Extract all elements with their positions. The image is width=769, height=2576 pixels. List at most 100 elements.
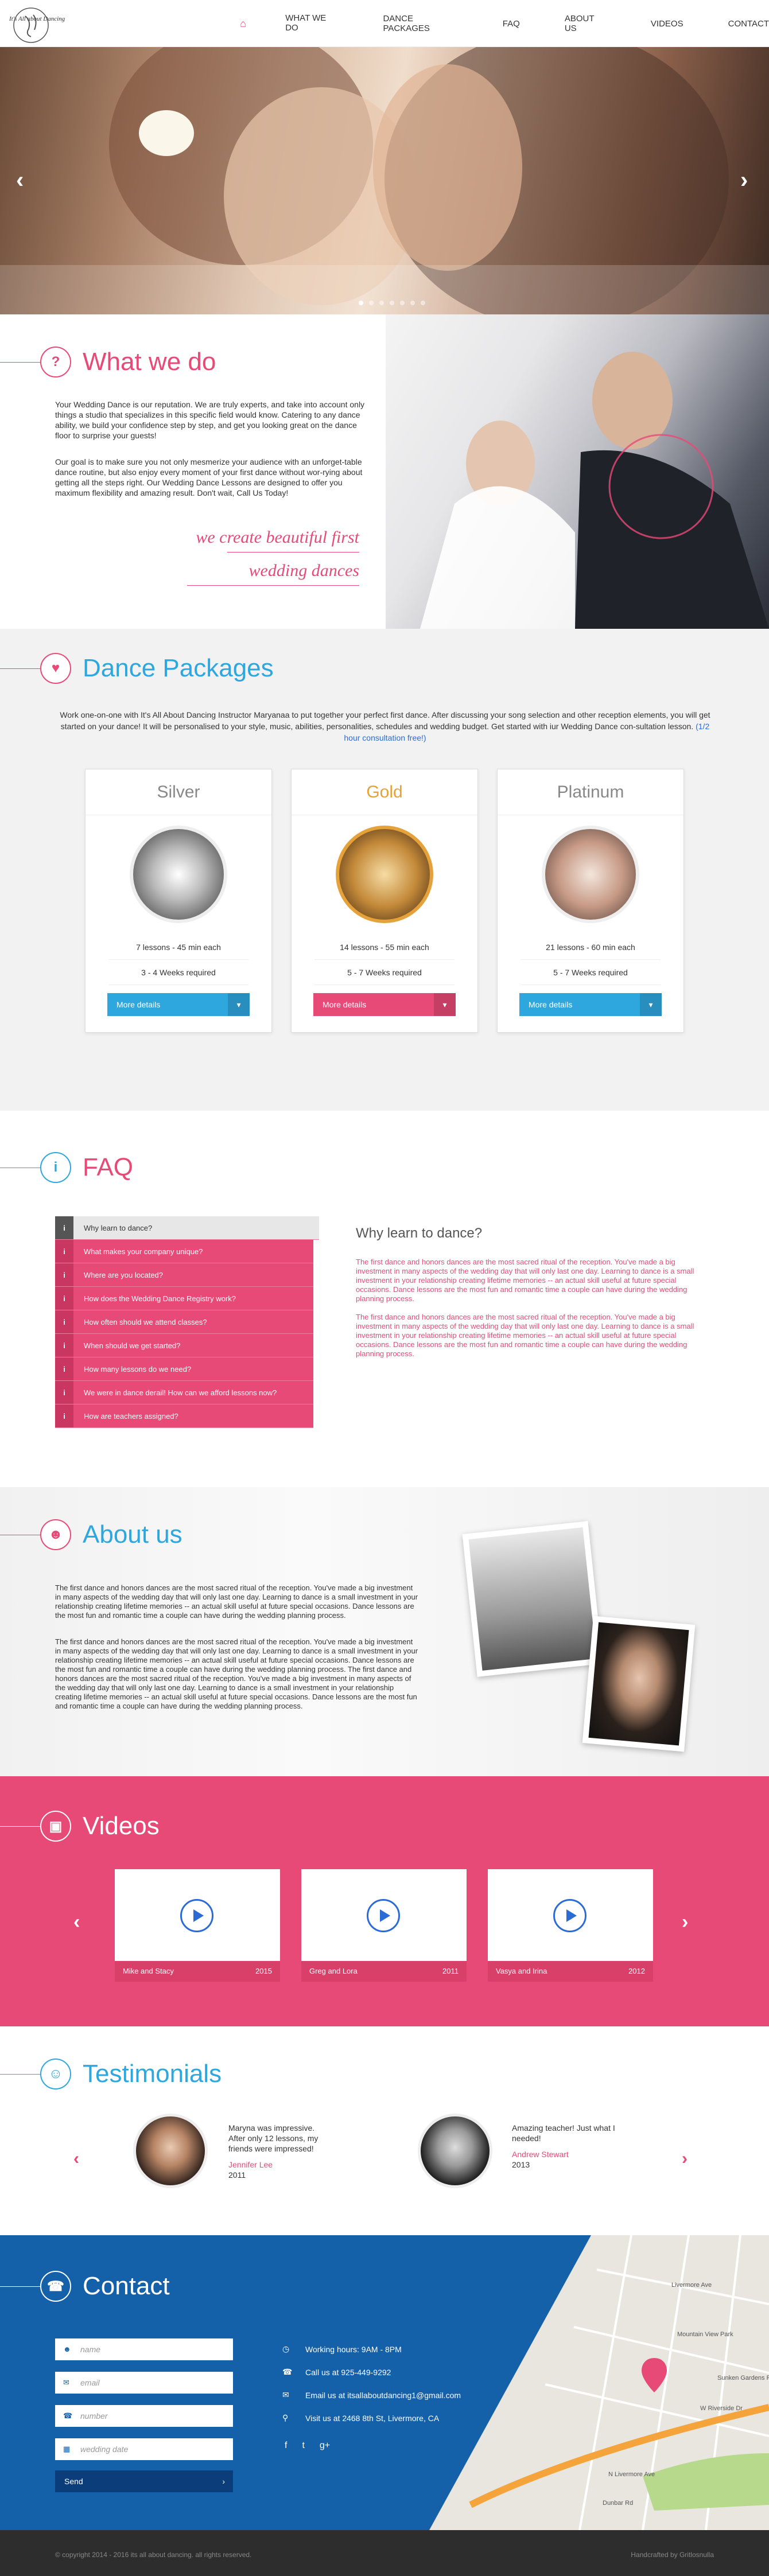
top-navigation: It's All about Dancing ⌂ WHAT WE DO DANC… — [0, 0, 769, 47]
mail-icon: ✉ — [282, 2390, 289, 2399]
faq-item[interactable]: i Where are you located? — [55, 1263, 313, 1287]
video-card[interactable]: Mike and Stacy 2015 — [115, 1869, 280, 1982]
faq-item[interactable]: i What makes your company unique? — [55, 1240, 313, 1263]
phone-icon: ☎ — [40, 2271, 71, 2302]
send-button[interactable]: Send › — [55, 2470, 233, 2492]
video-caption: Greg and Lora 2011 — [301, 1961, 467, 1982]
caret-down-icon: ▾ — [640, 993, 662, 1016]
faq-section: i FAQ i Why learn to dance? i What makes y… — [0, 1111, 769, 1487]
package-lessons: 7 lessons - 45 min each — [108, 935, 248, 960]
info-icon: i — [55, 1240, 73, 1263]
package-lessons: 14 lessons - 55 min each — [314, 935, 455, 960]
number-input[interactable]: ☎ number — [55, 2405, 233, 2427]
couple-photo — [386, 314, 769, 629]
video-card[interactable]: Greg and Lora 2011 — [301, 1869, 467, 1982]
facebook-icon[interactable]: f — [285, 2441, 287, 2451]
faq-item[interactable]: i Why learn to dance? — [55, 1216, 319, 1240]
slider-dot[interactable] — [410, 301, 415, 305]
phone-icon: ☎ — [63, 2411, 73, 2420]
paragraph: The first dance and honors dances are th… — [55, 1583, 418, 1620]
play-icon[interactable] — [553, 1899, 587, 1932]
faq-answer: Why learn to dance? The first dance and … — [356, 1225, 700, 1368]
what-we-do-section: ? What we do Your Wedding Dance is our r… — [0, 314, 769, 629]
chevron-right-icon[interactable]: › — [682, 2149, 688, 2169]
section-heading: i FAQ — [0, 1152, 133, 1183]
more-details-button[interactable]: More details ▾ — [519, 993, 662, 1016]
more-details-button[interactable]: More details ▾ — [313, 993, 456, 1016]
chevron-right-icon[interactable]: › — [740, 168, 748, 193]
section-title: Contact — [83, 2272, 170, 2300]
nav-item-what-we-do[interactable]: WHAT WE DO — [285, 13, 338, 34]
phone-icon: ☎ — [282, 2367, 293, 2376]
contact-section: Mountain View Park W Riverside Dr Sunken… — [0, 2235, 769, 2530]
video-card[interactable]: Vasya and Irina 2012 — [488, 1869, 653, 1982]
section-title: About us — [83, 1520, 182, 1548]
nav-item-dance-packages[interactable]: DANCE PACKAGES — [383, 14, 457, 33]
answer-paragraph: The first dance and honors dances are th… — [356, 1258, 694, 1303]
dance-packages-section: ♥ Dance Packages Work one-on-one with It… — [0, 629, 769, 1111]
faq-item[interactable]: i How often should we attend classes? — [55, 1310, 313, 1334]
chevron-left-icon[interactable]: ‹ — [73, 2149, 79, 2169]
social-links: f t g+ — [285, 2441, 345, 2451]
user-icon: ☻ — [63, 2345, 71, 2353]
section-title: What we do — [83, 348, 216, 376]
question-icon: ? — [40, 347, 71, 378]
slider-dot[interactable] — [359, 301, 363, 305]
package-lessons: 21 lessons - 60 min each — [521, 935, 661, 960]
brand-logo[interactable]: It's All about Dancing — [3, 3, 84, 45]
faq-item[interactable]: i When should we get started? — [55, 1334, 313, 1357]
package-name: Gold — [292, 769, 477, 815]
chevron-left-icon[interactable]: ‹ — [16, 168, 24, 193]
faq-item[interactable]: i How are teachers assigned? — [55, 1404, 313, 1428]
calendar-icon: ▦ — [63, 2445, 71, 2453]
chevron-left-icon[interactable]: ‹ — [73, 1911, 80, 1933]
play-icon[interactable] — [367, 1899, 400, 1932]
info-icon: i — [55, 1310, 73, 1333]
nav-item-about-us[interactable]: ABOUT US — [565, 14, 606, 33]
clock-icon: ◷ — [282, 2344, 290, 2353]
quote-line: wedding dances — [248, 561, 359, 580]
google-plus-icon[interactable]: g+ — [320, 2441, 330, 2451]
info-icon: i — [55, 1287, 73, 1310]
section-heading: ▣ Videos — [0, 1811, 160, 1842]
info-icon: i — [40, 1152, 71, 1183]
testimonial-year: 2011 — [228, 2170, 246, 2180]
testimonial-author: Andrew Stewart — [512, 2150, 569, 2159]
slider-dot[interactable] — [379, 301, 384, 305]
email-input[interactable]: ✉ email — [55, 2372, 233, 2394]
instructor-photo — [582, 1616, 696, 1752]
nav-item-faq[interactable]: FAQ — [503, 19, 520, 29]
faq-item[interactable]: i How does the Wedding Dance Registry wor… — [55, 1287, 313, 1310]
paragraph: Our goal is to make sure you not only me… — [55, 457, 363, 497]
chevron-right-icon[interactable]: › — [682, 1911, 688, 1933]
play-icon[interactable] — [180, 1899, 213, 1932]
dance-class-photo — [462, 1521, 603, 1677]
slider-dot[interactable] — [369, 301, 374, 305]
wedding-date-input[interactable]: ▦ wedding date — [55, 2438, 233, 2460]
map-label: Mountain View Park — [677, 2331, 733, 2338]
video-caption: Mike and Stacy 2015 — [115, 1961, 280, 1982]
home-icon[interactable]: ⌂ — [230, 18, 257, 30]
logo-text: It's All about Dancing — [9, 15, 65, 22]
map-label: Livermore Ave — [671, 2282, 712, 2289]
quote-line: we create beautiful first — [196, 528, 359, 547]
hero-slider: ‹ › — [0, 47, 769, 314]
twitter-icon[interactable]: t — [302, 2441, 304, 2451]
testimonial: Amazing teacher! Just what I needed! And… — [512, 2123, 627, 2170]
nav-item-contact[interactable]: CONTACT — [728, 19, 769, 29]
slider-dot[interactable] — [421, 301, 425, 305]
section-heading: ☎ Contact — [0, 2271, 170, 2302]
slider-dot[interactable] — [400, 301, 405, 305]
faq-item[interactable]: i How many lessons do we need? — [55, 1357, 313, 1381]
credit-link[interactable]: Handcrafted by Gritlosnulla — [631, 2551, 714, 2559]
faq-item[interactable]: i We were in dance derail! How can we aff… — [55, 1381, 313, 1404]
package-weeks: 5 - 7 Weeks required — [314, 960, 455, 985]
intro-text: Work one-on-one with It's All About Danc… — [60, 710, 710, 731]
section-heading: ♥ Dance Packages — [0, 653, 274, 684]
user-icon: ☻ — [40, 1519, 71, 1550]
more-details-button[interactable]: More details ▾ — [107, 993, 250, 1016]
nav-item-videos[interactable]: VIDEOS — [651, 19, 683, 29]
packages-intro: Work one-on-one with It's All About Danc… — [55, 709, 715, 744]
slider-dot[interactable] — [390, 301, 394, 305]
name-input[interactable]: ☻ name — [55, 2338, 233, 2360]
